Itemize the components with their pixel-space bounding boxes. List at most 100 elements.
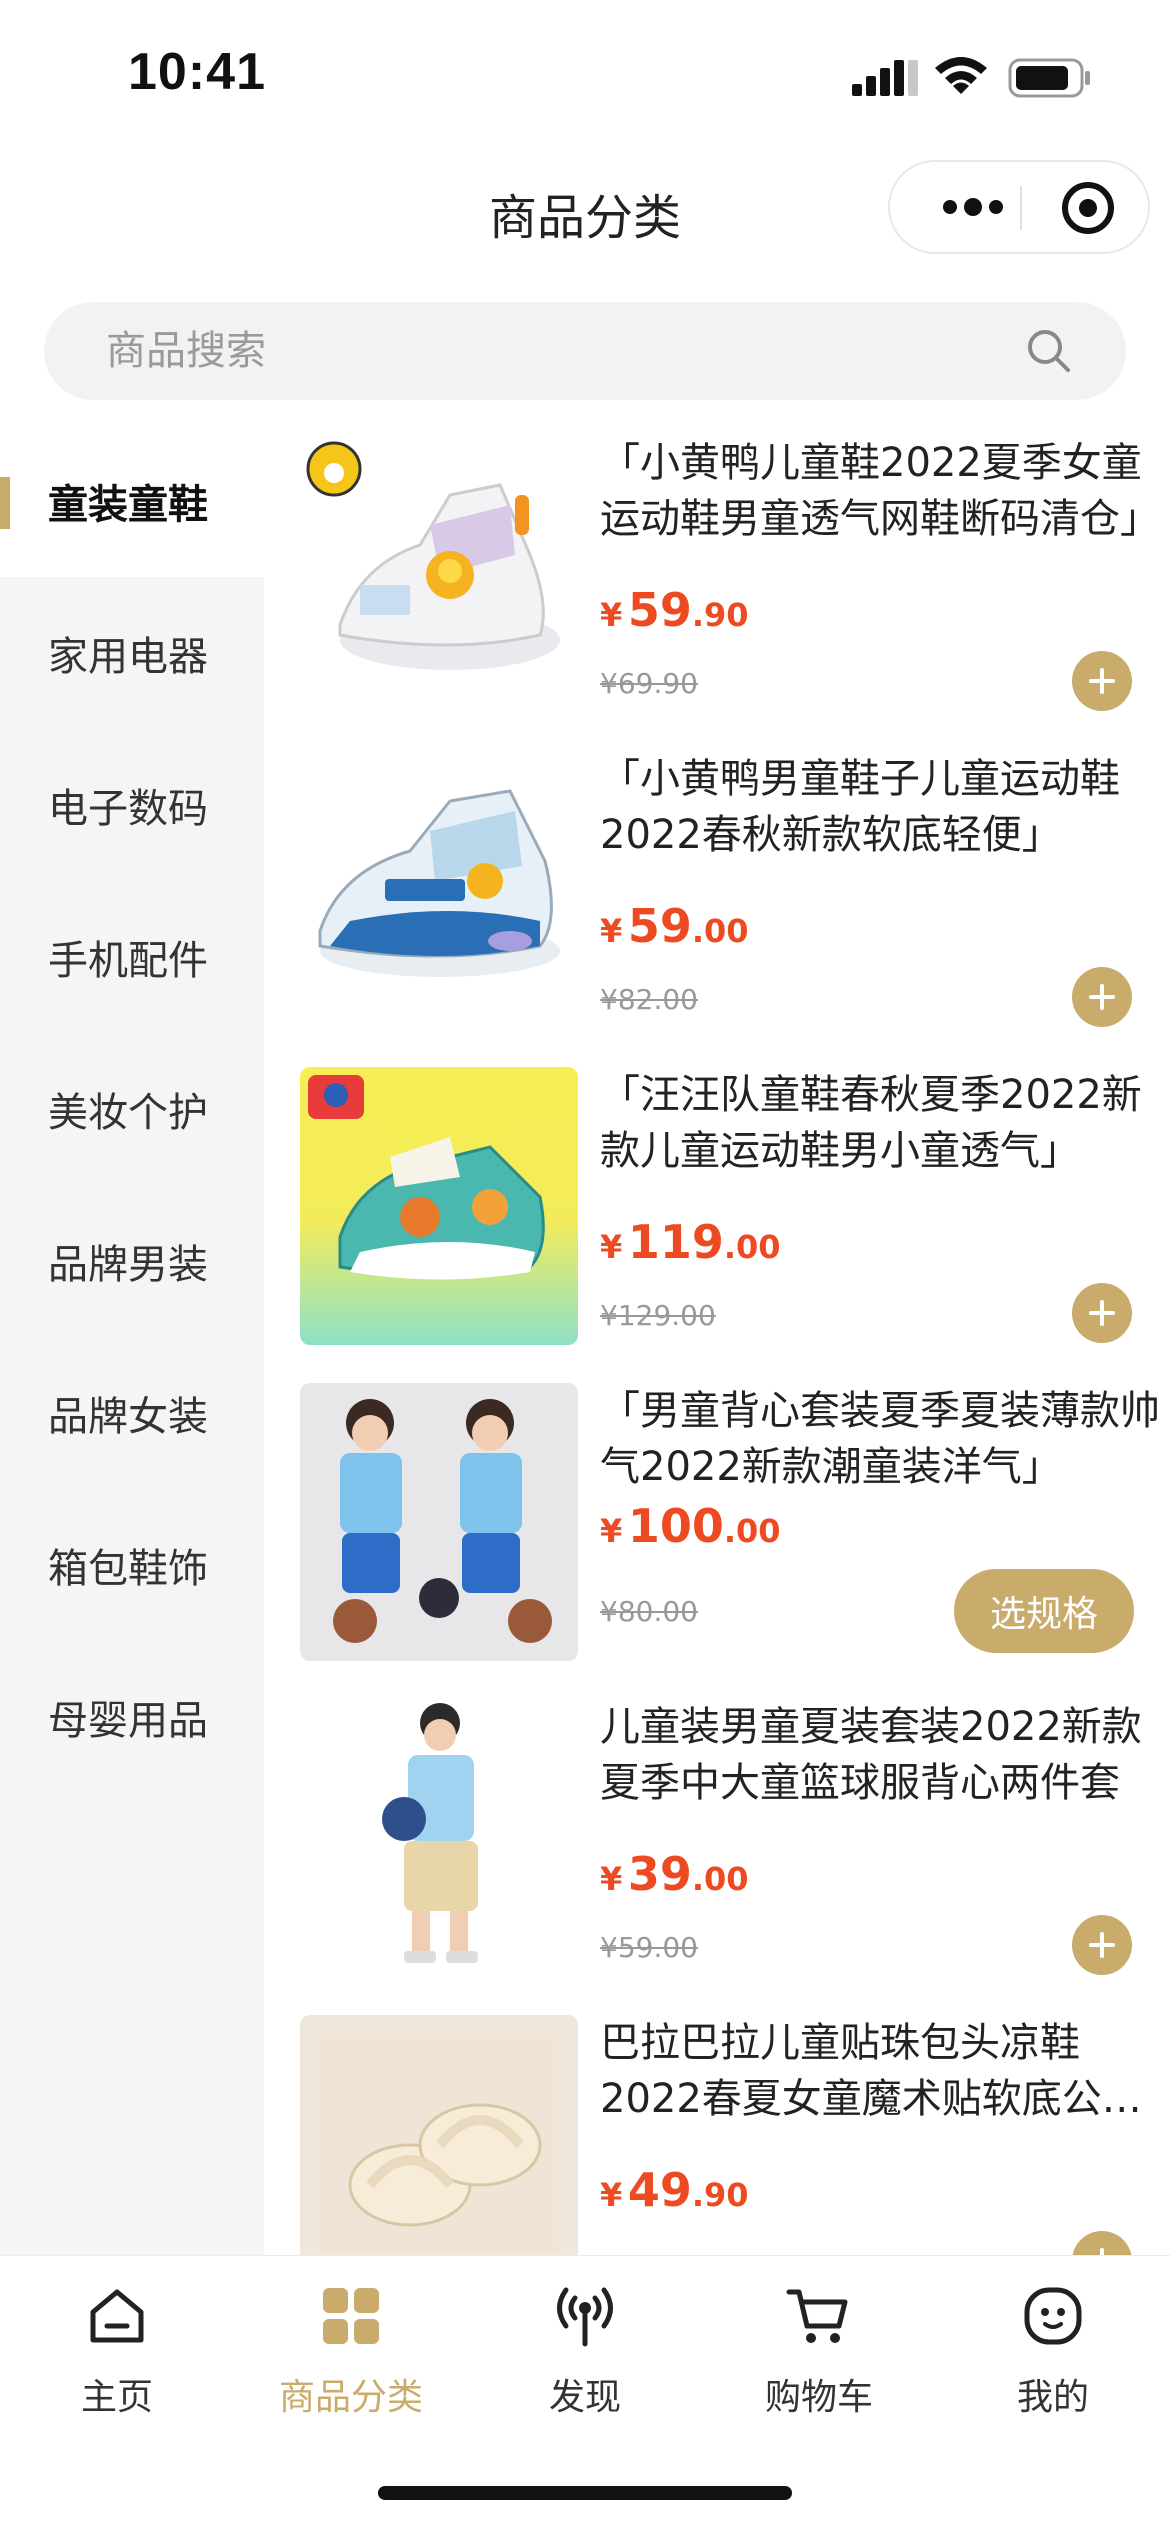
sidebar-item-label: 品牌男装 [48, 1242, 208, 1288]
original-price: ¥129.00 [600, 1299, 716, 1332]
product-price: ¥ 59.90 [600, 583, 749, 637]
sidebar-item-label: 电子数码 [48, 786, 208, 832]
sidebar-item-menswear[interactable]: 品牌男装 [0, 1185, 264, 1337]
product-image[interactable] [300, 1383, 578, 1661]
sidebar-item-womenswear[interactable]: 品牌女装 [0, 1337, 264, 1489]
paw-patrol-shoe-image [308, 1075, 545, 1280]
product-title[interactable]: 「男童背心套装夏季夏装薄款帅气2022新款潮童装洋气」 [600, 1383, 1160, 1495]
search-icon[interactable] [1024, 326, 1074, 376]
select-spec-button[interactable]: 选规格 [954, 1569, 1134, 1653]
add-to-cart-button[interactable] [1072, 1915, 1132, 1975]
product-title[interactable]: 儿童装男童夏装套装2022新款夏季中大童篮球服背心两件套 [600, 1699, 1160, 1811]
original-price: ¥80.00 [600, 1595, 698, 1628]
price-decimal: .00 [723, 1512, 781, 1550]
product-title[interactable]: 「汪汪队童鞋春秋夏季2022新款儿童运动鞋男小童透气」 [600, 1067, 1160, 1179]
sneaker-image [318, 789, 560, 977]
sidebar-item-label: 童装童鞋 [48, 482, 208, 528]
product-card[interactable]: 「小黄鸭男童鞋子儿童运动鞋2022春秋新款软底轻便」 ¥ 59.00 ¥82.0… [264, 741, 1170, 1057]
product-title[interactable]: 「小黄鸭男童鞋子儿童运动鞋2022春秋新款软底轻便」 [600, 751, 1160, 863]
home-indicator [378, 2486, 792, 2500]
product-image[interactable] [300, 435, 578, 713]
price-integer: 59 [627, 583, 692, 637]
search-bar[interactable] [44, 302, 1126, 400]
price-currency: ¥ [600, 1228, 623, 1266]
price-integer: 119 [627, 1215, 724, 1269]
battery-icon [1008, 58, 1090, 98]
product-title[interactable]: 「小黄鸭儿童鞋2022夏季女童运动鞋男童透气网鞋断码清仓」 [600, 435, 1160, 547]
more-dots-icon[interactable] [928, 162, 1018, 252]
product-card[interactable]: 「小黄鸭儿童鞋2022夏季女童运动鞋男童透气网鞋断码清仓」 ¥ 59.90 ¥6… [264, 425, 1170, 741]
close-miniprogram-icon[interactable] [1058, 178, 1118, 238]
price-integer: 100 [627, 1499, 724, 1553]
sidebar-item-label: 美妆个护 [48, 1090, 208, 1136]
sidebar-item-beauty[interactable]: 美妆个护 [0, 1033, 264, 1185]
product-image[interactable] [300, 1699, 578, 1977]
product-image[interactable] [300, 751, 578, 1029]
product-card[interactable]: 「男童背心套装夏季夏装薄款帅气2022新款潮童装洋气」 ¥ 100.00 ¥80… [264, 1373, 1170, 1689]
price-currency: ¥ [600, 596, 623, 634]
signal-icon [852, 60, 918, 96]
sidebar-item-bags-shoes[interactable]: 箱包鞋饰 [0, 1489, 264, 1641]
sneaker-image [306, 441, 560, 670]
tab-home[interactable]: 主页 [0, 2278, 234, 2428]
product-image[interactable] [300, 1067, 578, 1345]
tab-label: 我的 [1016, 2377, 1089, 2418]
price-integer: 59 [627, 899, 692, 953]
product-card[interactable]: 「汪汪队童鞋春秋夏季2022新款儿童运动鞋男小童透气」 ¥ 119.00 ¥12… [264, 1057, 1170, 1373]
sidebar-item-electronics[interactable]: 电子数码 [0, 729, 264, 881]
sidebar-item-home-appliances[interactable]: 家用电器 [0, 577, 264, 729]
broadcast-icon [557, 2287, 613, 2347]
capsule-divider [1020, 186, 1022, 230]
price-currency: ¥ [600, 2176, 623, 2214]
price-currency: ¥ [600, 912, 623, 950]
tab-label: 主页 [80, 2377, 153, 2418]
sidebar-item-kids-clothing[interactable]: 童装童鞋 [0, 425, 264, 577]
tab-cart[interactable]: 购物车 [702, 2278, 936, 2428]
sidebar-item-baby[interactable]: 母婴用品 [0, 1641, 264, 1793]
home-icon [90, 2289, 144, 2343]
price-integer: 49 [627, 2163, 692, 2217]
active-indicator [0, 477, 10, 529]
product-price: ¥ 59.00 [600, 899, 749, 953]
sidebar-item-label: 家用电器 [48, 634, 208, 680]
price-integer: 39 [627, 1847, 692, 1901]
product-card[interactable]: 儿童装男童夏装套装2022新款夏季中大童篮球服背心两件套 ¥ 39.00 ¥59… [264, 1689, 1170, 2005]
product-list: 「小黄鸭儿童鞋2022夏季女童运动鞋男童透气网鞋断码清仓」 ¥ 59.90 ¥6… [264, 425, 1170, 2255]
kids-outfit-image [333, 1399, 552, 1643]
product-image[interactable] [300, 2015, 578, 2255]
tab-profile[interactable]: 我的 [936, 2278, 1170, 2428]
sidebar-item-label: 母婴用品 [48, 1698, 208, 1744]
price-decimal: .00 [723, 1228, 781, 1266]
price-decimal: .00 [691, 912, 749, 950]
product-price: ¥ 100.00 [600, 1499, 781, 1553]
tab-discover[interactable]: 发现 [468, 2278, 702, 2428]
sidebar-item-label: 箱包鞋饰 [48, 1546, 208, 1592]
tab-label: 发现 [548, 2377, 621, 2418]
sandals-image [320, 2035, 558, 2255]
wifi-icon [935, 57, 987, 94]
original-price: ¥59.00 [600, 1931, 698, 1964]
product-card[interactable]: 巴拉巴拉儿童贴珠包头凉鞋2022春夏女童魔术贴软底公主鞋 ¥ 49.90 [264, 2005, 1170, 2255]
sidebar-item-phone-accessories[interactable]: 手机配件 [0, 881, 264, 1033]
add-to-cart-button[interactable] [1072, 967, 1132, 1027]
miniprogram-capsule [888, 160, 1150, 254]
product-price: ¥ 119.00 [600, 1215, 781, 1269]
status-time: 10:41 [128, 43, 266, 101]
tab-category[interactable]: 商品分类 [234, 2278, 468, 2428]
price-currency: ¥ [600, 1860, 623, 1898]
status-bar: 10:41 [0, 0, 1170, 140]
add-to-cart-button[interactable] [1072, 1283, 1132, 1343]
product-price: ¥ 39.00 [600, 1847, 749, 1901]
search-input[interactable] [106, 302, 1006, 400]
tab-label: 购物车 [764, 2377, 873, 2418]
product-title[interactable]: 巴拉巴拉儿童贴珠包头凉鞋2022春夏女童魔术贴软底公主鞋 [600, 2015, 1160, 2127]
app-screen: 10:41 商品分类 商品搜索 童装童鞋 家用电器 电子数码 手机配件 美妆个护… [0, 0, 1170, 2532]
sidebar-item-label: 手机配件 [48, 938, 208, 984]
price-decimal: .90 [691, 2176, 749, 2214]
add-to-cart-button[interactable] [1072, 651, 1132, 711]
tab-label: 商品分类 [278, 2377, 423, 2418]
add-to-cart-button[interactable] [1072, 2231, 1132, 2255]
price-decimal: .90 [691, 596, 749, 634]
original-price: ¥69.90 [600, 667, 698, 700]
original-price: ¥82.00 [600, 983, 698, 1016]
